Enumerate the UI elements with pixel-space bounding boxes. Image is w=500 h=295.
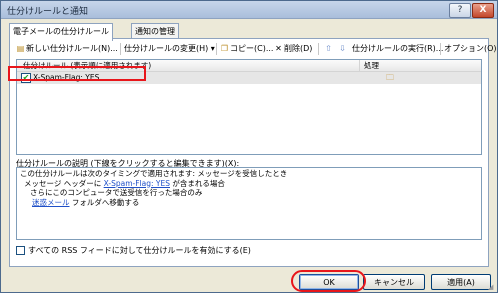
rss-option-label: すべての RSS フィードに対して仕分けルールを有効にする(E) [28, 246, 251, 255]
toolbar-separator [318, 43, 319, 55]
rules-and-alerts-dialog: 仕分けルールと通知 ? X 電子メールの仕分けルール 通知の管理 ▤ 新しい仕分け… [0, 0, 498, 293]
toolbar-separator [440, 43, 441, 55]
description-line: 迷惑メール フォルダへ移動する [20, 198, 478, 208]
options-label: オプション(O) [444, 44, 497, 53]
highlight-ok-annotation [291, 270, 366, 292]
arrow-up-icon: ⇧ [325, 44, 332, 53]
tab-email-rules[interactable]: 電子メールの仕分けルール [9, 23, 113, 41]
help-button[interactable]: ? [449, 3, 471, 18]
copy-rule-button[interactable]: ❐ コピー(C)... [220, 42, 274, 56]
resize-grip-icon[interactable]: ◢ [488, 283, 496, 291]
move-down-button[interactable]: ⇩ [338, 42, 348, 56]
change-rule-button[interactable]: 仕分けルールの変更(H) ▾ [124, 42, 218, 56]
window-title: 仕分けルールと通知 [7, 7, 89, 17]
description-line: さらにこのコンピュータで送受信を行った場合のみ [30, 188, 203, 198]
new-rule-button[interactable]: ▤ 新しい仕分けルール(N)... [16, 42, 118, 56]
toolbar-separator [120, 43, 121, 55]
delete-rule-button[interactable]: ✕ 削除(D) [274, 42, 312, 56]
title-bar: 仕分けルールと通知 ? X [1, 1, 497, 19]
delete-x-icon: ✕ [275, 44, 282, 53]
column-header-action[interactable]: 処理 [360, 60, 481, 71]
move-up-button[interactable]: ⇧ [324, 42, 334, 56]
run-rules-label: 仕分けルールの実行(R)... [352, 44, 444, 53]
description-text: メッセージ ヘッダーに [24, 178, 102, 188]
options-button[interactable]: オプション(O) [444, 42, 497, 56]
header-text-link[interactable]: X-Spam-Flag: YES [104, 179, 170, 188]
arrow-down-icon: ⇩ [339, 44, 346, 53]
delete-rule-label: 削除(D) [284, 44, 313, 53]
move-to-folder-icon: 🗀 [386, 73, 394, 82]
copy-icon: ❐ [220, 44, 229, 53]
description-line: メッセージ ヘッダーに X-Spam-Flag: YES が含まれる場合 [20, 179, 478, 189]
junk-mail-folder-link[interactable]: 迷惑メール [32, 198, 70, 207]
highlight-rule-annotation [8, 66, 146, 81]
run-rules-button[interactable]: 仕分けルールの実行(R)... [352, 42, 443, 56]
rule-description-box: この仕分けルールは次のタイミングで適用されます: メッセージを受信したとき メッ… [16, 167, 482, 240]
close-button[interactable]: X [472, 3, 494, 18]
new-rule-icon: ▤ [16, 44, 25, 53]
change-rule-label: 仕分けルールの変更(H) [124, 44, 209, 53]
cancel-button[interactable]: キャンセル [363, 274, 425, 290]
rss-rules-option[interactable]: すべての RSS フィードに対して仕分けルールを有効にする(E) [16, 246, 251, 256]
copy-rule-label: コピー(C)... [230, 44, 274, 53]
description-line: この仕分けルールは次のタイミングで適用されます: メッセージを受信したとき [20, 169, 288, 178]
description-text: が含まれる場合 [172, 178, 225, 188]
toolbar-separator [216, 43, 217, 55]
new-rule-label: 新しい仕分けルール(N)... [26, 44, 118, 53]
rss-checkbox[interactable] [16, 246, 25, 255]
apply-button[interactable]: 適用(A) [431, 274, 491, 290]
description-text: フォルダへ移動する [71, 197, 140, 207]
rules-toolbar: ▤ 新しい仕分けルール(N)... 仕分けルールの変更(H) ▾ ❐ コピー(C)..… [16, 42, 497, 56]
